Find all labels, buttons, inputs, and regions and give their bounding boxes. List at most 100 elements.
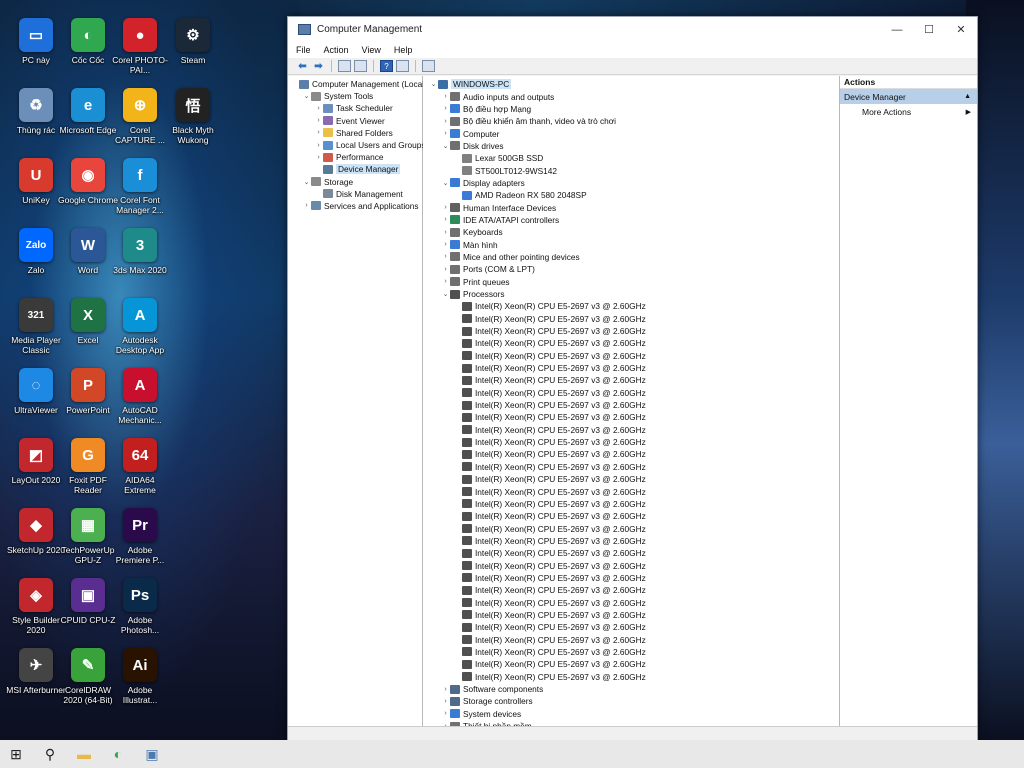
- tree-node[interactable]: Intel(R) Xeon(R) CPU E5-2697 v3 @ 2.60GH…: [423, 436, 839, 448]
- tree-node[interactable]: › Print queues: [423, 276, 839, 288]
- menu-action[interactable]: Action: [324, 45, 349, 55]
- coccoc-taskbar-icon[interactable]: ◐: [108, 744, 128, 764]
- desktop-icon[interactable]: ◌ UltraViewer: [6, 368, 66, 438]
- tree-node[interactable]: Intel(R) Xeon(R) CPU E5-2697 v3 @ 2.60GH…: [423, 559, 839, 571]
- tree-node[interactable]: › Performance: [288, 151, 422, 163]
- tree-node[interactable]: Intel(R) Xeon(R) CPU E5-2697 v3 @ 2.60GH…: [423, 485, 839, 497]
- tree-node[interactable]: Intel(R) Xeon(R) CPU E5-2697 v3 @ 2.60GH…: [423, 461, 839, 473]
- chevron-right-icon[interactable]: ›: [441, 710, 450, 717]
- tree-node[interactable]: ⌄ Disk drives: [423, 140, 839, 152]
- desktop-icon[interactable]: ✈ MSI Afterburner: [6, 648, 66, 718]
- computer-management-taskbar-icon[interactable]: ▣: [142, 744, 162, 764]
- tree-node[interactable]: Intel(R) Xeon(R) CPU E5-2697 v3 @ 2.60GH…: [423, 522, 839, 534]
- tree-node[interactable]: ⌄ Storage: [288, 176, 422, 188]
- chevron-right-icon[interactable]: ›: [302, 202, 311, 209]
- tree-node[interactable]: Intel(R) Xeon(R) CPU E5-2697 v3 @ 2.60GH…: [423, 325, 839, 337]
- chevron-right-icon[interactable]: ›: [441, 253, 450, 260]
- chevron-right-icon[interactable]: ›: [441, 93, 450, 100]
- tree-node[interactable]: ⌄ WINDOWS-PC: [423, 78, 839, 90]
- chevron-right-icon[interactable]: ›: [314, 129, 323, 136]
- desktop-icon[interactable]: ⊕ Corel CAPTURE ...: [110, 88, 170, 158]
- tree-node[interactable]: Intel(R) Xeon(R) CPU E5-2697 v3 @ 2.60GH…: [423, 547, 839, 559]
- desktop-icon[interactable]: ◆ SketchUp 2020: [6, 508, 66, 578]
- tree-node[interactable]: › Mice and other pointing devices: [423, 251, 839, 263]
- desktop-icon[interactable]: ◐ Cốc Cốc: [58, 18, 118, 88]
- tree-node[interactable]: › Keyboards: [423, 226, 839, 238]
- desktop-icon[interactable]: f Corel Font Manager 2...: [110, 158, 170, 228]
- tree-node[interactable]: ST500LT012-9WS142: [423, 164, 839, 176]
- tree-node[interactable]: AMD Radeon RX 580 2048SP: [423, 189, 839, 201]
- tree-node[interactable]: › Services and Applications: [288, 200, 422, 212]
- tree-node[interactable]: › Event Viewer: [288, 115, 422, 127]
- chevron-right-icon[interactable]: ›: [441, 241, 450, 248]
- tree-node[interactable]: Intel(R) Xeon(R) CPU E5-2697 v3 @ 2.60GH…: [423, 448, 839, 460]
- desktop-icon[interactable]: ⚙ Steam: [163, 18, 223, 88]
- tree-node[interactable]: › Local Users and Groups: [288, 139, 425, 151]
- tree-node[interactable]: Intel(R) Xeon(R) CPU E5-2697 v3 @ 2.60GH…: [423, 337, 839, 349]
- desktop-icon[interactable]: 321 Media Player Classic: [6, 298, 66, 368]
- desktop-icon[interactable]: G Foxit PDF Reader: [58, 438, 118, 508]
- desktop-icon[interactable]: ✎ CorelDRAW 2020 (64-Bit): [58, 648, 118, 718]
- tree-node[interactable]: Intel(R) Xeon(R) CPU E5-2697 v3 @ 2.60GH…: [423, 313, 839, 325]
- desktop-icon[interactable]: ▭ PC này: [6, 18, 66, 88]
- chevron-down-icon[interactable]: ⌄: [302, 92, 311, 100]
- desktop-icon[interactable]: P PowerPoint: [58, 368, 118, 438]
- desktop-icon[interactable]: ● Corel PHOTO-PAI...: [110, 18, 170, 88]
- tree-node[interactable]: Intel(R) Xeon(R) CPU E5-2697 v3 @ 2.60GH…: [423, 424, 839, 436]
- monitor-icon[interactable]: [422, 60, 435, 72]
- desktop-icon[interactable]: e Microsoft Edge: [58, 88, 118, 158]
- tree-node[interactable]: Intel(R) Xeon(R) CPU E5-2697 v3 @ 2.60GH…: [423, 387, 839, 399]
- more-actions-item[interactable]: More Actions ▶: [840, 104, 977, 119]
- menu-help[interactable]: Help: [394, 45, 413, 55]
- desktop-icon[interactable]: A AutoCAD Mechanic...: [110, 368, 170, 438]
- file-explorer-icon[interactable]: ▬: [74, 744, 94, 764]
- tree-node[interactable]: Intel(R) Xeon(R) CPU E5-2697 v3 @ 2.60GH…: [423, 535, 839, 547]
- tree-node[interactable]: Intel(R) Xeon(R) CPU E5-2697 v3 @ 2.60GH…: [423, 399, 839, 411]
- tree-node[interactable]: › Storage controllers: [423, 695, 839, 707]
- tree-node[interactable]: Lexar 500GB SSD: [423, 152, 839, 164]
- tree-node[interactable]: ⌄ Processors: [423, 288, 839, 300]
- chevron-right-icon[interactable]: ›: [441, 229, 450, 236]
- tree-node[interactable]: Intel(R) Xeon(R) CPU E5-2697 v3 @ 2.60GH…: [423, 658, 839, 670]
- desktop-icon[interactable]: ◈ Style Builder 2020: [6, 578, 66, 648]
- back-arrow-icon[interactable]: ⬅: [296, 60, 309, 72]
- chevron-right-icon[interactable]: ›: [441, 118, 450, 125]
- chevron-down-icon[interactable]: ⌄: [441, 179, 450, 187]
- chevron-right-icon[interactable]: ›: [441, 686, 450, 693]
- desktop-icon[interactable]: Ai Adobe Illustrat...: [110, 648, 170, 718]
- close-button[interactable]: ✕: [945, 17, 977, 42]
- tree-node[interactable]: › Bộ điều hợp Mạng: [423, 103, 839, 115]
- collapse-up-icon[interactable]: ▲: [964, 93, 971, 100]
- tree-node[interactable]: Intel(R) Xeon(R) CPU E5-2697 v3 @ 2.60GH…: [423, 609, 839, 621]
- tree-node[interactable]: ⌄ System Tools: [288, 90, 422, 102]
- tree-node[interactable]: Intel(R) Xeon(R) CPU E5-2697 v3 @ 2.60GH…: [423, 633, 839, 645]
- chevron-right-icon[interactable]: ›: [441, 278, 450, 285]
- desktop-icon[interactable]: 悟 Black Myth Wukong: [163, 88, 223, 158]
- desktop-icon[interactable]: X Excel: [58, 298, 118, 368]
- tree-node[interactable]: Intel(R) Xeon(R) CPU E5-2697 v3 @ 2.60GH…: [423, 473, 839, 485]
- up-folder-icon[interactable]: [338, 60, 351, 72]
- properties-icon[interactable]: [396, 60, 409, 72]
- tree-node[interactable]: Intel(R) Xeon(R) CPU E5-2697 v3 @ 2.60GH…: [423, 646, 839, 658]
- menu-file[interactable]: File: [296, 45, 311, 55]
- desktop-icon[interactable]: 64 AIDA64 Extreme: [110, 438, 170, 508]
- desktop-icon[interactable]: ▣ CPUID CPU-Z: [58, 578, 118, 648]
- tree-node[interactable]: › Computer: [423, 127, 839, 139]
- desktop-icon[interactable]: 3 3ds Max 2020: [110, 228, 170, 298]
- tree-node[interactable]: › System devices: [423, 708, 839, 720]
- minimize-button[interactable]: —: [881, 17, 913, 42]
- forward-arrow-icon[interactable]: ➡: [312, 60, 325, 72]
- desktop-icon[interactable]: Pr Adobe Premiere P...: [110, 508, 170, 578]
- tree-node[interactable]: Intel(R) Xeon(R) CPU E5-2697 v3 @ 2.60GH…: [423, 411, 839, 423]
- tree-node[interactable]: Device Manager: [288, 163, 422, 175]
- tree-node[interactable]: › IDE ATA/ATAPI controllers: [423, 214, 839, 226]
- chevron-down-icon[interactable]: ⌄: [429, 80, 438, 88]
- chevron-right-icon[interactable]: ›: [314, 142, 323, 149]
- tree-node[interactable]: › Shared Folders: [288, 127, 422, 139]
- tree-node[interactable]: Intel(R) Xeon(R) CPU E5-2697 v3 @ 2.60GH…: [423, 671, 839, 683]
- chevron-right-icon[interactable]: ›: [441, 266, 450, 273]
- menu-view[interactable]: View: [362, 45, 381, 55]
- title-bar[interactable]: Computer Management — ☐ ✕: [288, 17, 977, 42]
- desktop-icon[interactable]: U UniKey: [6, 158, 66, 228]
- chevron-right-icon[interactable]: ›: [441, 698, 450, 705]
